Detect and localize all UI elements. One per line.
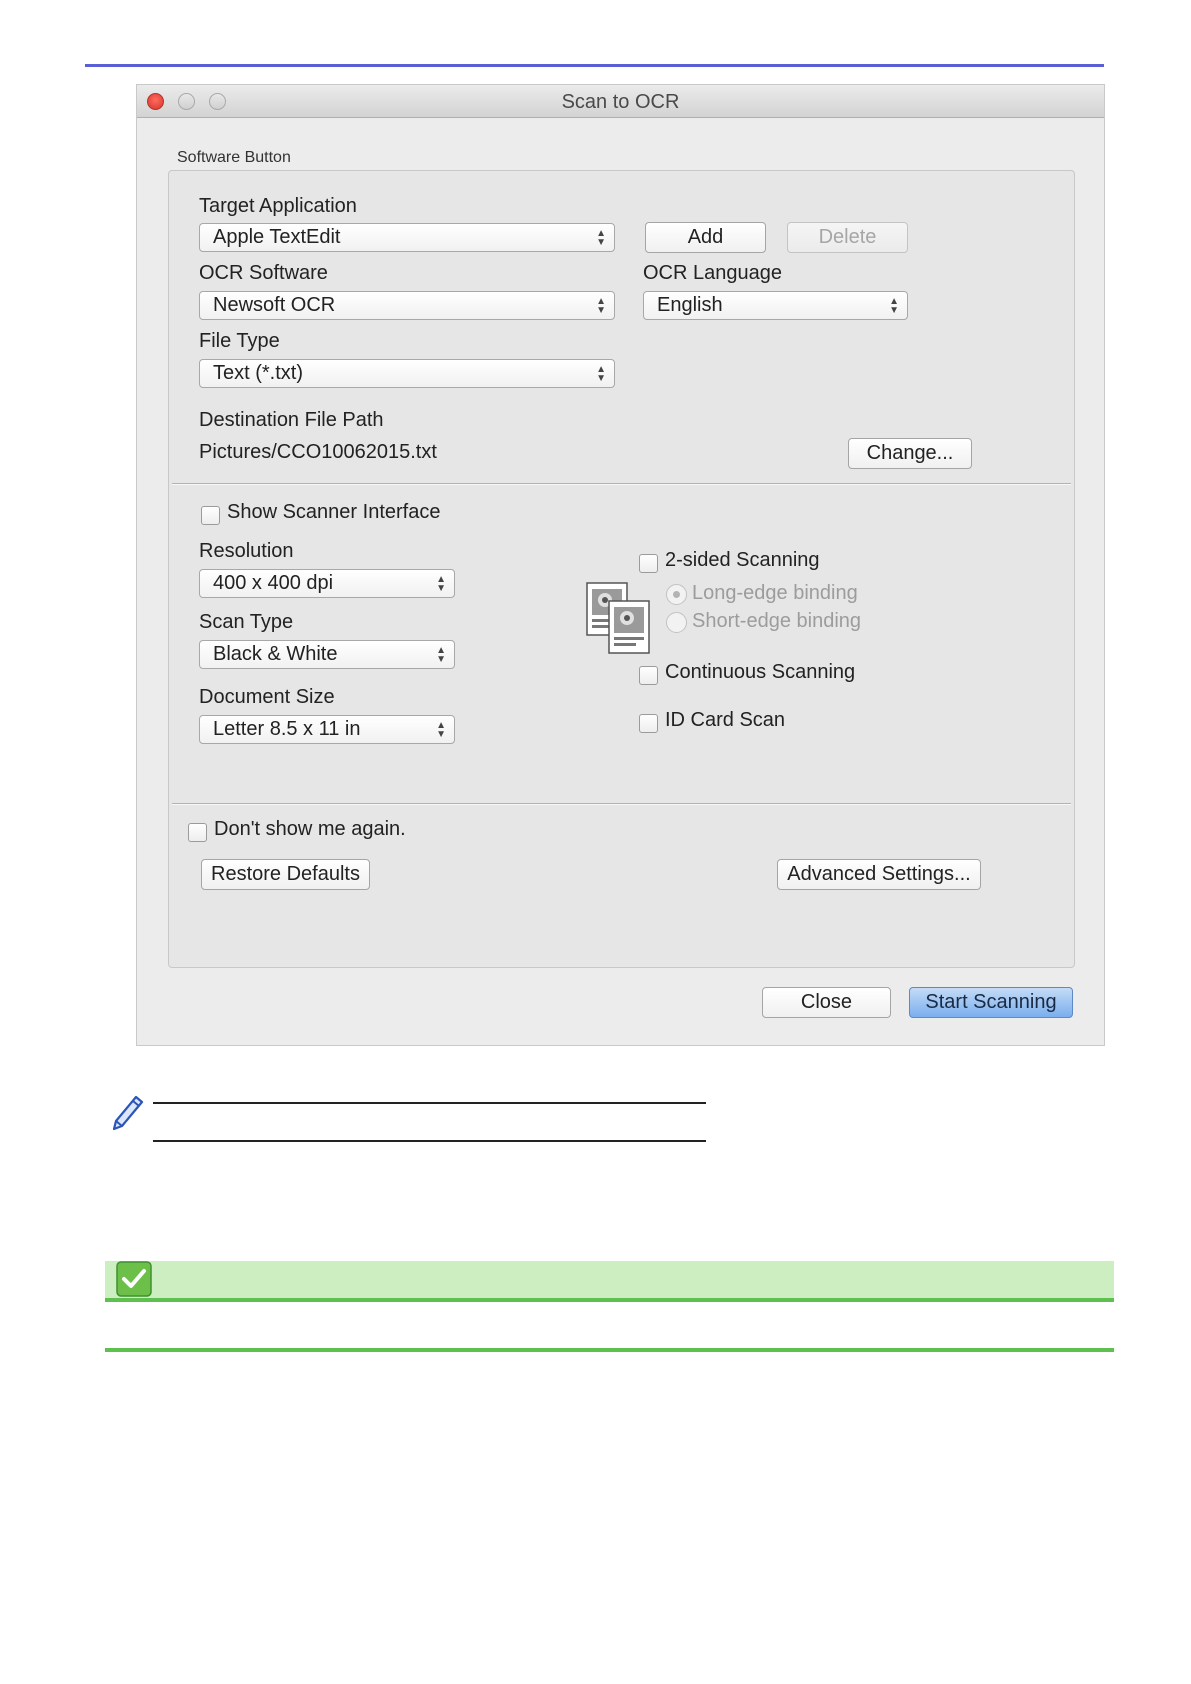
- updown-arrows-icon: ▲ ▼: [596, 228, 606, 248]
- updown-arrows-icon: ▲ ▼: [436, 645, 446, 665]
- document-size-value: Letter 8.5 x 11 in: [213, 718, 361, 740]
- ocr-software-value: Newsoft OCR: [213, 294, 336, 316]
- scan-type-value: Black & White: [213, 643, 338, 665]
- software-button-panel: Target Application Apple TextEdit ▲ ▼ Add…: [168, 170, 1075, 968]
- scan-to-ocr-window: Scan to OCR Software Button Target Appli…: [137, 85, 1104, 1045]
- advanced-settings-button[interactable]: Advanced Settings...: [777, 859, 981, 890]
- ocr-language-select[interactable]: English ▲ ▼: [643, 291, 908, 320]
- related-info-bar: [105, 1261, 1114, 1299]
- change-button[interactable]: Change...: [848, 438, 972, 469]
- document-size-label: Document Size: [199, 686, 335, 708]
- file-type-select[interactable]: Text (*.txt) ▲ ▼: [199, 359, 615, 388]
- document-size-select[interactable]: Letter 8.5 x 11 in ▲ ▼: [199, 715, 455, 744]
- show-scanner-interface-checkbox[interactable]: [201, 506, 220, 525]
- related-info-top-line: [105, 1298, 1114, 1302]
- note-bottom-rule: [153, 1140, 706, 1142]
- continuous-scanning-checkbox[interactable]: [639, 666, 658, 685]
- continuous-scanning-label: Continuous Scanning: [665, 661, 856, 683]
- note-top-rule: [153, 1102, 706, 1104]
- delete-button[interactable]: Delete: [787, 222, 908, 253]
- short-edge-binding-radio[interactable]: [666, 612, 687, 633]
- file-type-value: Text (*.txt): [213, 362, 304, 384]
- dont-show-again-label: Don't show me again.: [214, 818, 406, 840]
- dont-show-again-checkbox[interactable]: [188, 823, 207, 842]
- duplex-document-icon: [586, 582, 650, 654]
- id-card-scan-label: ID Card Scan: [665, 709, 786, 731]
- section-divider: [172, 483, 1071, 484]
- resolution-select[interactable]: 400 x 400 dpi ▲ ▼: [199, 569, 455, 598]
- target-application-label: Target Application: [199, 195, 357, 217]
- ocr-language-label: OCR Language: [643, 262, 782, 284]
- restore-defaults-button[interactable]: Restore Defaults: [201, 859, 370, 890]
- ocr-software-label: OCR Software: [199, 262, 328, 284]
- related-info-bottom-line: [105, 1348, 1114, 1352]
- two-sided-scanning-checkbox[interactable]: [639, 554, 658, 573]
- long-edge-binding-label: Long-edge binding: [692, 582, 858, 604]
- long-edge-binding-radio[interactable]: [666, 584, 687, 605]
- target-application-value: Apple TextEdit: [213, 226, 341, 248]
- window-title: Scan to OCR: [561, 91, 680, 113]
- pencil-note-icon: [112, 1095, 144, 1131]
- two-sided-scanning-label: 2-sided Scanning: [665, 549, 820, 571]
- section-divider: [172, 803, 1071, 804]
- checkmark-icon: [116, 1261, 152, 1297]
- updown-arrows-icon: ▲ ▼: [889, 296, 899, 316]
- resolution-label: Resolution: [199, 540, 294, 562]
- add-button[interactable]: Add: [645, 222, 766, 253]
- short-edge-binding-label: Short-edge binding: [692, 610, 862, 632]
- destination-path: Pictures/CCO10062015.txt: [199, 441, 437, 463]
- target-application-select[interactable]: Apple TextEdit ▲ ▼: [199, 223, 615, 252]
- destination-label: Destination File Path: [199, 409, 384, 431]
- show-scanner-interface-label: Show Scanner Interface: [227, 501, 441, 523]
- scan-type-label: Scan Type: [199, 611, 294, 633]
- ocr-software-select[interactable]: Newsoft OCR ▲ ▼: [199, 291, 615, 320]
- updown-arrows-icon: ▲ ▼: [596, 296, 606, 316]
- file-type-label: File Type: [199, 330, 280, 352]
- resolution-value: 400 x 400 dpi: [213, 572, 334, 594]
- scan-type-select[interactable]: Black & White ▲ ▼: [199, 640, 455, 669]
- updown-arrows-icon: ▲ ▼: [596, 364, 606, 384]
- software-button-group-label: Software Button: [177, 149, 291, 166]
- start-scanning-button[interactable]: Start Scanning: [909, 987, 1073, 1018]
- updown-arrows-icon: ▲ ▼: [436, 720, 446, 740]
- updown-arrows-icon: ▲ ▼: [436, 574, 446, 594]
- top-divider: [85, 64, 1104, 67]
- ocr-language-value: English: [657, 294, 723, 316]
- close-button[interactable]: Close: [762, 987, 891, 1018]
- id-card-scan-checkbox[interactable]: [639, 714, 658, 733]
- title-bar[interactable]: Scan to OCR: [137, 85, 1104, 118]
